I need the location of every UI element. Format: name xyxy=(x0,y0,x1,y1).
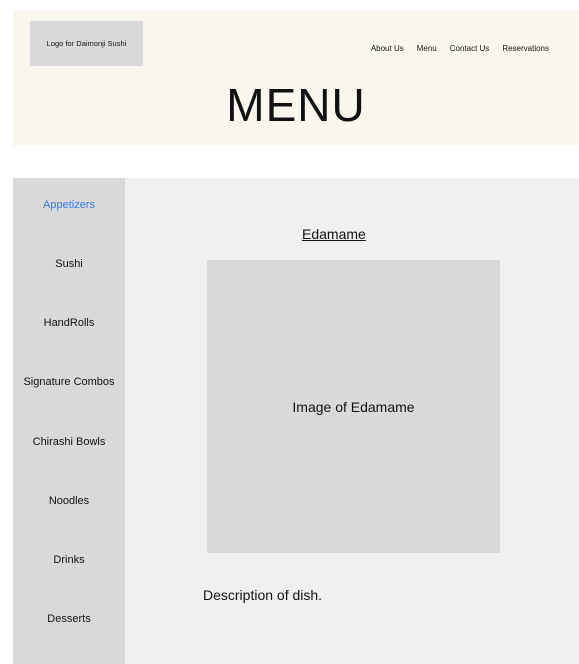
logo[interactable]: Logo for Daimonji Sushi xyxy=(30,21,143,66)
sidebar-item-signature-combos[interactable]: Signature Combos xyxy=(13,376,125,388)
sidebar-item-desserts[interactable]: Desserts xyxy=(13,613,125,625)
logo-text: Logo for Daimonji Sushi xyxy=(46,39,127,48)
dish-title[interactable]: Edamame xyxy=(302,226,366,242)
top-nav: About Us Menu Contact Us Reservations xyxy=(371,44,549,53)
menu-content: Appetizers Sushi HandRolls Signature Com… xyxy=(13,178,579,664)
nav-link-contact-us[interactable]: Contact Us xyxy=(450,44,490,53)
sidebar-item-chirashi-bowls[interactable]: Chirashi Bowls xyxy=(13,436,125,448)
nav-link-reservations[interactable]: Reservations xyxy=(502,44,549,53)
sidebar-item-appetizers[interactable]: Appetizers xyxy=(13,199,125,211)
dish-image-label: Image of Edamame xyxy=(292,398,415,415)
site-header: Logo for Daimonji Sushi About Us Menu Co… xyxy=(13,10,579,146)
dish-image-placeholder: Image of Edamame xyxy=(207,260,500,553)
page-title: MENU xyxy=(226,79,366,131)
nav-link-about-us[interactable]: About Us xyxy=(371,44,404,53)
dish-description: Description of dish. xyxy=(203,587,323,603)
sidebar-item-drinks[interactable]: Drinks xyxy=(13,554,125,566)
sidebar-item-handrolls[interactable]: HandRolls xyxy=(13,317,125,329)
sidebar-item-noodles[interactable]: Noodles xyxy=(13,495,125,507)
category-sidebar: Appetizers Sushi HandRolls Signature Com… xyxy=(13,178,125,664)
sidebar-item-sushi[interactable]: Sushi xyxy=(13,258,125,270)
nav-link-menu[interactable]: Menu xyxy=(417,44,437,53)
